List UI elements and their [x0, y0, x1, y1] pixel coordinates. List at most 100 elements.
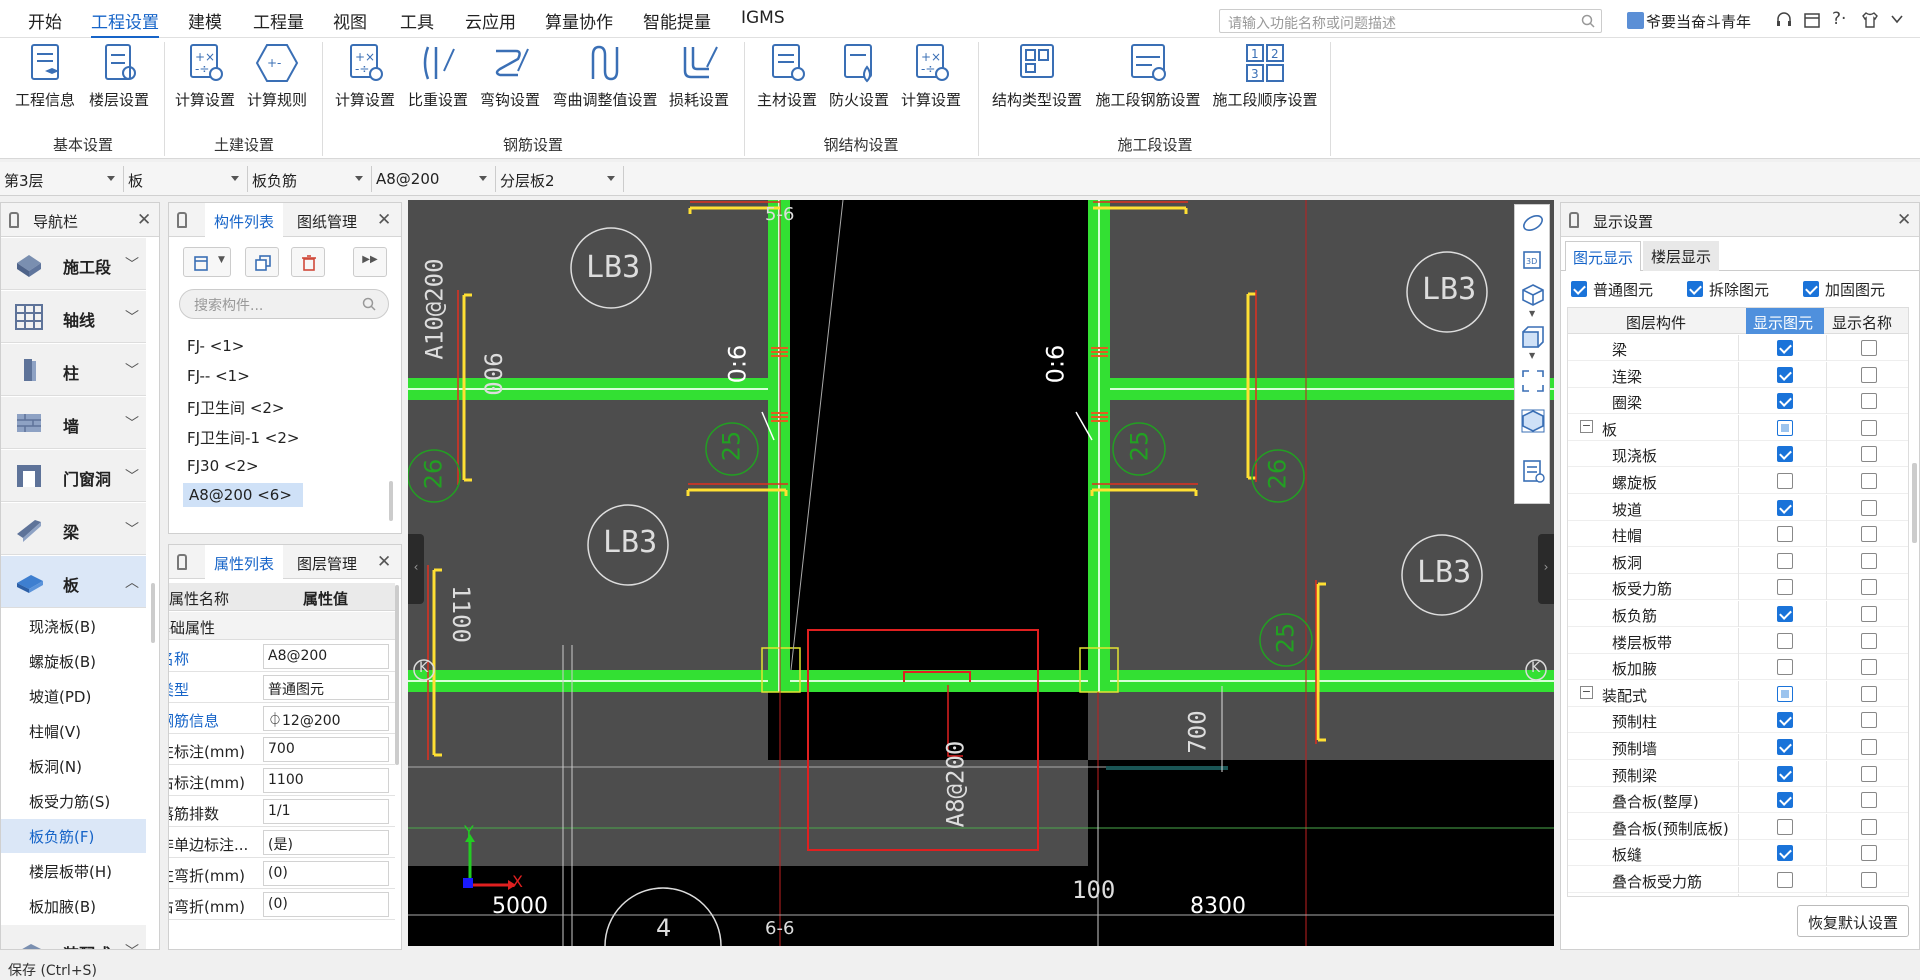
- show-element-checkbox[interactable]: [1777, 872, 1793, 888]
- menu-quantity[interactable]: 工程量: [253, 8, 304, 33]
- show-element-checkbox[interactable]: [1777, 446, 1793, 463]
- 3d-view-icon[interactable]: 3D: [1521, 247, 1545, 271]
- show-name-checkbox[interactable]: [1861, 739, 1877, 755]
- copy-button[interactable]: [245, 247, 279, 277]
- tab-element-display[interactable]: 图元显示: [1565, 241, 1641, 271]
- delete-button[interactable]: [291, 247, 325, 277]
- sub-item-spiral-slab[interactable]: 螺旋板(B): [1, 644, 146, 678]
- pin-icon[interactable]: [177, 554, 187, 570]
- filter-demolish[interactable]: 拆除图元: [1687, 277, 1797, 301]
- show-name-checkbox[interactable]: [1861, 446, 1877, 463]
- headset-icon[interactable]: [1775, 11, 1793, 29]
- pin-icon[interactable]: [1569, 212, 1579, 228]
- menu-project-settings[interactable]: 工程设置: [91, 8, 159, 38]
- table-row[interactable]: 名称 A8@200: [169, 641, 395, 672]
- filter-reinforce[interactable]: 加固图元: [1803, 277, 1913, 301]
- civil-calc-settings-button[interactable]: +× -÷ 计算设置: [170, 38, 240, 124]
- sub-item-slab-neg-rebar[interactable]: 板负筋(F): [1, 819, 146, 853]
- tab-drawing-mgmt[interactable]: 图纸管理: [285, 203, 369, 237]
- show-element-checkbox[interactable]: [1777, 845, 1793, 862]
- show-name-checkbox[interactable]: [1861, 499, 1877, 516]
- show-name-checkbox[interactable]: [1861, 685, 1877, 702]
- property-value[interactable]: 1/1: [263, 799, 389, 824]
- bend-adjust-settings-button[interactable]: 弯曲调整值设置: [548, 38, 662, 124]
- show-name-checkbox[interactable]: [1861, 659, 1877, 676]
- nav-item-axis[interactable]: 轴线 ﹀: [1, 291, 146, 343]
- component-search-input[interactable]: 搜索构件...: [179, 289, 389, 319]
- property-value[interactable]: ⏀12@200: [263, 706, 389, 731]
- steel-calc-settings-button[interactable]: +× -÷ 计算设置: [896, 38, 966, 124]
- show-element-checkbox[interactable]: [1777, 552, 1793, 569]
- show-name-checkbox[interactable]: [1861, 792, 1877, 809]
- list-item-selected[interactable]: A8@200 <6>: [183, 483, 303, 507]
- reinforce-checkbox[interactable]: [1803, 281, 1819, 297]
- property-value[interactable]: 1100: [263, 768, 389, 793]
- show-element-checkbox[interactable]: [1777, 659, 1793, 676]
- show-element-checkbox[interactable]: [1777, 765, 1793, 782]
- restore-default-button[interactable]: 恢复默认设置: [1797, 905, 1909, 937]
- property-value[interactable]: 700: [263, 737, 389, 762]
- close-icon[interactable]: ✕: [377, 552, 391, 572]
- filter-normal[interactable]: 普通图元: [1571, 277, 1681, 301]
- collapse-toggle-icon[interactable]: −: [1580, 685, 1593, 699]
- property-value[interactable]: 普通图元: [263, 675, 389, 700]
- drawing-canvas[interactable]: LB3 LB3 LB3 LB3 A10@200 900 1100 A8@200 …: [408, 200, 1554, 946]
- display-settings-icon[interactable]: [1521, 459, 1545, 483]
- list-item[interactable]: FJ卫生间 <2>: [187, 397, 285, 418]
- normal-checkbox[interactable]: [1571, 281, 1587, 297]
- rebar-calc-settings-button[interactable]: +× -÷ 计算设置: [330, 38, 400, 124]
- show-element-checkbox[interactable]: [1777, 366, 1793, 383]
- property-value[interactable]: A8@200: [263, 644, 389, 669]
- show-element-checkbox[interactable]: [1777, 685, 1793, 702]
- loss-settings-button[interactable]: 损耗设置: [664, 38, 734, 124]
- structure-type-settings-button[interactable]: 结构类型设置: [986, 38, 1088, 124]
- nav-item-column[interactable]: 柱 ﹀: [1, 344, 146, 396]
- list-scrollbar[interactable]: [389, 481, 393, 521]
- show-element-checkbox[interactable]: [1777, 818, 1793, 835]
- menu-view[interactable]: 视图: [333, 8, 367, 33]
- tab-property-list[interactable]: 属性列表: [205, 545, 283, 579]
- tab-component-list[interactable]: 构件列表: [205, 203, 283, 237]
- menu-collab[interactable]: 算量协作: [545, 8, 613, 33]
- pin-icon[interactable]: [9, 212, 19, 228]
- table-row[interactable]: 钢筋信息 ⏀12@200: [169, 703, 395, 734]
- show-name-checkbox[interactable]: [1861, 366, 1877, 383]
- hook-settings-button[interactable]: 弯钩设置: [475, 38, 545, 124]
- tab-layer-mgmt[interactable]: 图层管理: [285, 545, 369, 579]
- component-view-icon[interactable]: [1521, 409, 1545, 433]
- show-element-checkbox[interactable]: [1777, 739, 1793, 755]
- show-name-checkbox[interactable]: [1861, 393, 1877, 410]
- nav-item-beam[interactable]: 梁 ﹀: [1, 503, 146, 555]
- sub-item-column-cap[interactable]: 柱帽(V): [1, 714, 146, 748]
- category-select[interactable]: 板: [124, 166, 248, 192]
- menu-smart[interactable]: 智能提量: [643, 8, 711, 33]
- show-name-checkbox[interactable]: [1861, 419, 1877, 436]
- nav-item-slab[interactable]: 板 ︿: [1, 556, 146, 608]
- sub-item-slab-haunch[interactable]: 板加腋(B): [1, 889, 146, 923]
- table-row[interactable]: 右弯折(mm) (0): [169, 889, 395, 920]
- menu-modeling[interactable]: 建模: [188, 8, 222, 33]
- collapse-toggle-icon[interactable]: −: [1580, 419, 1593, 433]
- show-name-checkbox[interactable]: [1861, 606, 1877, 622]
- show-name-checkbox[interactable]: [1861, 340, 1877, 356]
- menu-igms[interactable]: IGMS: [741, 8, 785, 28]
- cube-icon[interactable]: [1521, 283, 1545, 307]
- new-component-button[interactable]: ▼: [183, 247, 231, 277]
- collapse-left-handle[interactable]: ‹: [408, 534, 424, 604]
- demolish-checkbox[interactable]: [1687, 281, 1703, 297]
- table-row[interactable]: 左弯折(mm) (0): [169, 858, 395, 889]
- box-view-icon[interactable]: [1521, 325, 1545, 349]
- nav-item-wall[interactable]: 墙 ﹀: [1, 397, 146, 449]
- layer-select[interactable]: 分层板2: [496, 166, 624, 192]
- show-name-checkbox[interactable]: [1861, 765, 1877, 782]
- property-value[interactable]: (是): [263, 830, 389, 855]
- show-name-checkbox[interactable]: [1861, 845, 1877, 862]
- caret-down-icon[interactable]: ▼: [1529, 309, 1535, 318]
- property-value[interactable]: (0): [263, 892, 389, 917]
- component-select[interactable]: A8@200: [372, 166, 496, 192]
- show-element-checkbox[interactable]: [1777, 712, 1793, 729]
- density-settings-button[interactable]: 比重设置: [403, 38, 473, 124]
- show-element-checkbox[interactable]: [1777, 632, 1793, 649]
- list-item[interactable]: FJ- <1>: [187, 337, 244, 355]
- nav-item-prefab[interactable]: 装配式 ﹀: [1, 925, 146, 949]
